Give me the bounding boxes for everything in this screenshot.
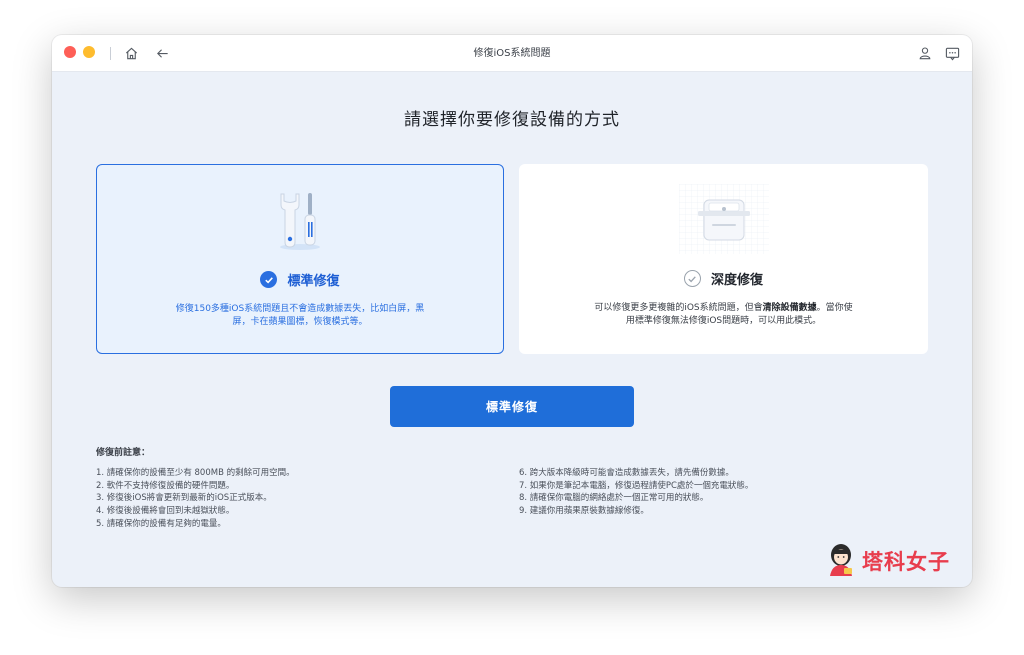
deep-desc-line2: 用標準修復無法修復iOS問題時，可以用此模式。 xyxy=(625,316,822,326)
window-title: 修復iOS系統問題 xyxy=(473,48,551,59)
device-icon xyxy=(678,184,769,258)
deep-card-title: 深度修復 xyxy=(710,273,763,288)
notes-list-left: 1. 請確保你的設備至少有 800MB 的剩餘可用空間。 2. 軟件不支持修復設… xyxy=(96,467,295,531)
deep-desc-post: 。當你使 xyxy=(816,303,853,313)
note-item: 8. 請確保你電腦的網絡處於一個正常可用的狀態。 xyxy=(519,493,709,504)
app-window: 修復iOS系統問題 請選擇你要修復設備的方式 標準修復 修復150多種iOS系統… xyxy=(52,35,972,587)
deep-desc-pre: 可以修復更多更複雜的iOS系統問題，但會 xyxy=(594,303,763,313)
note-item: 1. 請確保你的設備至少有 800MB 的剩餘可用空間。 xyxy=(96,468,295,478)
user-icon[interactable] xyxy=(915,43,935,63)
start-repair-button[interactable]: 標準修復 xyxy=(390,386,634,427)
standard-card-description: 修復150多種iOS系統問題且不會造成數據丟失，比如白屏，黑 屏，卡在蘋果圖標，… xyxy=(147,303,453,329)
note-item: 6. 跨大版本降級時可能會造成數據丟失，請先備份數據。 xyxy=(519,468,734,478)
standard-desc-line1: 修復150多種iOS系統問題且不會造成數據丟失，比如白屏，黑 xyxy=(175,304,425,314)
note-item: 3. 修復後iOS將會更新到最新的iOS正式版本。 xyxy=(96,493,272,504)
deep-card-description: 可以修復更多更複雜的iOS系統問題，但會清除設備數據。當你使 用標準修復無法修復… xyxy=(569,302,878,328)
deep-desc-warning: 清除設備數據 xyxy=(762,303,817,313)
notes-list-right: 6. 跨大版本降級時可能會造成數據丟失，請先備份數據。 7. 如果你是筆記本電腦… xyxy=(519,467,753,518)
check-icon xyxy=(260,271,278,288)
note-item: 5. 請確保你的設備有足夠的電量。 xyxy=(96,518,226,529)
standard-repair-card[interactable]: 標準修復 修復150多種iOS系統問題且不會造成數據丟失，比如白屏，黑 屏，卡在… xyxy=(96,164,504,354)
check-icon xyxy=(683,270,701,287)
watermark: 塔科女子 xyxy=(826,542,950,580)
avatar-logo xyxy=(826,542,856,580)
chat-icon[interactable] xyxy=(942,43,962,63)
note-item: 4. 修復後設備將會回到未越獄狀態。 xyxy=(96,506,235,517)
standard-card-title: 標準修復 xyxy=(287,274,340,289)
standard-desc-line2: 屏，卡在蘋果圖標，恢復模式等。 xyxy=(232,317,368,327)
note-item: 9. 建議你用蘋果原裝數據線修復。 xyxy=(519,506,649,517)
page-heading: 請選擇你要修復設備的方式 xyxy=(404,110,620,130)
note-item: 2. 軟件不支持修復設備的硬件問題。 xyxy=(96,480,235,491)
wrench-screwdriver-icon xyxy=(272,191,328,255)
title-bar: 修復iOS系統問題 xyxy=(52,35,972,72)
deep-card-title-row: 深度修復 xyxy=(519,269,928,288)
note-item: 7. 如果你是筆記本電腦，修復過程請使PC處於一個充電狀態。 xyxy=(519,480,754,491)
notes-title: 修復前註意： xyxy=(96,448,151,458)
standard-card-title-row: 標準修復 xyxy=(97,270,503,289)
deep-repair-card[interactable]: 深度修復 可以修復更多更複雜的iOS系統問題，但會清除設備數據。當你使 用標準修… xyxy=(519,164,928,354)
watermark-text: 塔科女子 xyxy=(862,550,950,574)
